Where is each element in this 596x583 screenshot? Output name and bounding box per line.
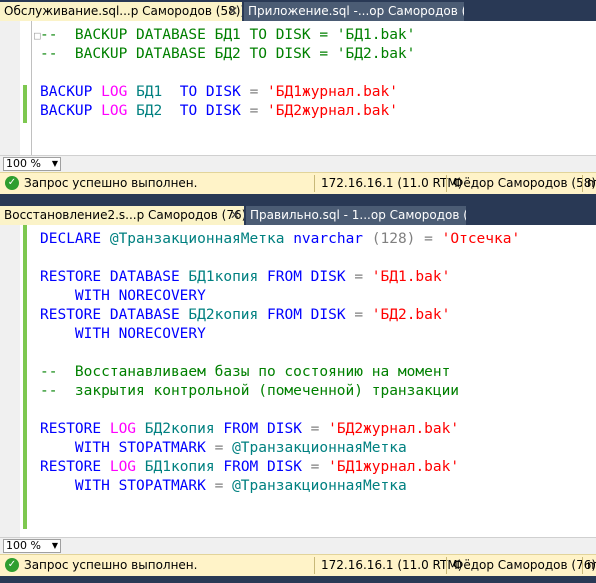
close-icon[interactable]: ✕ [230,206,240,225]
query-status-bar: ✓ Запрос успешно выполнен. 172.16.16.1 (… [0,172,596,194]
bottom-query-editor[interactable]: DECLARE @ТранзакционнаяМетка nvarchar (1… [0,225,596,537]
code-line: -- закрытия контрольной (помеченной) тра… [40,383,460,399]
code-line: RESTORE LOG БД1копия FROM DISK = 'БД1жур… [40,459,460,475]
status-more: m [587,558,596,572]
code-line: RESTORE LOG БД2копия FROM DISK = 'БД2жур… [40,421,460,437]
tab-label: Приложение.sql -...ор Самородов (66)) [248,4,464,18]
code-line: -- Восстанавливаем базы по состоянию на … [40,364,451,380]
status-message: Запрос успешно выполнен. [24,176,198,190]
chevron-down-icon: ▼ [51,541,58,550]
status-more: m [587,176,596,190]
top-tab-bar: Обслуживание.sql...р Самородов (58)) ✕ П… [0,0,596,21]
user-info: Фёдор Самородов (76) [453,558,596,572]
check-circle-icon: ✓ [5,176,19,190]
tab-prilozhenie[interactable]: Приложение.sql -...ор Самородов (66)) [244,2,464,21]
bottom-tab-bar: Восстановление2.s...р Самородов (76)) ✕ … [0,204,596,225]
status-separator [446,557,447,574]
zoom-value: 100 % [6,539,41,552]
code-line: RESTORE DATABASE БД1копия FROM DISK = 'Б… [40,269,451,285]
status-separator [582,557,583,574]
line-gutter [0,225,20,537]
tab-label: Восстановление2.s...р Самородов (76)) [4,208,244,222]
user-info: Фёдор Самородов (58) [453,176,596,190]
code-line: WITH STOPATMARK = @ТранзакционнаяМетка [74,478,407,494]
status-message: Запрос успешно выполнен. [24,558,198,572]
server-info: 172.16.16.1 (11.0 RTM) [321,558,463,572]
code-line: -- BACKUP DATABASE БД1 TO DISK = 'БД1.ba… [40,27,416,43]
status-separator [314,557,315,574]
tab-label: Обслуживание.sql...р Самородов (58)) [4,4,242,18]
zoom-bar: 100 % ▼ [0,155,596,172]
query-status-bar: ✓ Запрос успешно выполнен. 172.16.16.1 (… [0,554,596,576]
code-line: BACKUP LOG БД1 TO DISK = 'БД1журнал.bak' [40,84,398,100]
code-line: DECLARE @ТранзакционнаяМетка nvarchar (1… [40,231,521,247]
status-separator [314,175,315,192]
changed-lines-marker [23,225,27,529]
code-line: -- BACKUP DATABASE БД2 TO DISK = 'БД2.ba… [40,46,416,62]
code-line: RESTORE DATABASE БД2копия FROM DISK = 'Б… [40,307,451,323]
window-divider [0,194,596,202]
zoom-bar: 100 % ▼ [0,537,596,554]
zoom-value: 100 % [6,157,41,170]
outline-margin [31,21,32,155]
check-circle-icon: ✓ [5,558,19,572]
tab-pravilno[interactable]: Правильно.sql - 1...ор Самородов (64)) [246,206,466,225]
code-line: WITH STOPATMARK = @ТранзакционнаяМетка [74,440,407,456]
tab-obsluzhivanie[interactable]: Обслуживание.sql...р Самородов (58)) ✕ [0,2,242,21]
status-separator [446,175,447,192]
tab-vosstanovlenie[interactable]: Восстановление2.s...р Самородов (76)) ✕ [0,206,244,225]
tab-label: Правильно.sql - 1...ор Самородов (64)) [250,208,466,222]
top-query-editor[interactable]: □ -- BACKUP DATABASE БД1 TO DISK = 'БД1.… [0,21,596,155]
status-separator [582,175,583,192]
code-line: WITH NORECOVERY [74,288,206,304]
line-gutter [0,21,20,155]
close-icon[interactable]: ✕ [228,2,238,21]
chevron-down-icon: ▼ [51,159,58,168]
changed-lines-marker [23,85,27,123]
code-line: BACKUP LOG БД2 TO DISK = 'БД2журнал.bak' [40,103,398,119]
zoom-select[interactable]: 100 % ▼ [3,539,61,553]
server-info: 172.16.16.1 (11.0 RTM) [321,176,463,190]
code-line: WITH NORECOVERY [74,326,206,342]
zoom-select[interactable]: 100 % ▼ [3,157,61,171]
